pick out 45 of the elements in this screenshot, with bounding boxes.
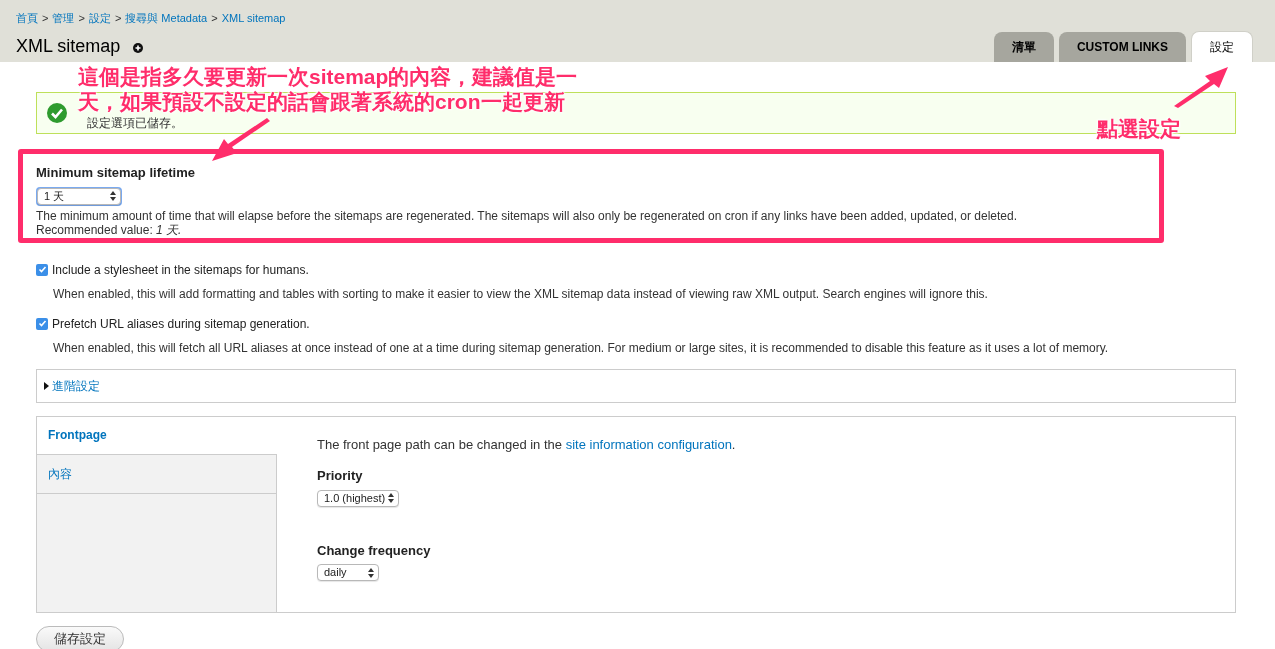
disclosure-triangle-icon bbox=[44, 381, 49, 390]
up-down-arrows-icon bbox=[388, 493, 394, 503]
breadcrumb-link[interactable]: 管理 bbox=[52, 10, 75, 27]
vertical-tab[interactable]: 內容 bbox=[37, 454, 276, 494]
add-shortcut-icon[interactable] bbox=[133, 43, 144, 53]
annotation-text: 天，如果預設不設定的話會跟著系統的cron一起更新 bbox=[78, 89, 566, 114]
breadcrumb-separator: > bbox=[114, 11, 122, 26]
frequency-select[interactable]: daily bbox=[317, 564, 379, 581]
checkbox[interactable] bbox=[36, 317, 48, 330]
advanced-settings[interactable]: 進階設定 bbox=[36, 368, 1236, 403]
arrow bbox=[1172, 64, 1230, 108]
save-button[interactable]: 儲存設定 bbox=[36, 625, 124, 649]
priority-select[interactable]: 1.0 (highest) bbox=[317, 489, 399, 507]
breadcrumb-separator: > bbox=[42, 11, 49, 26]
breadcrumb-separator: > bbox=[211, 11, 218, 26]
status-text: 設定選項已儲存。 bbox=[87, 115, 183, 132]
tab[interactable]: 清單 bbox=[993, 32, 1054, 62]
field-label: Change frequency bbox=[317, 541, 432, 560]
arrow bbox=[210, 118, 272, 162]
checkbox-description: When enabled, this will fetch all URL aliases at once instead of one at a time during sitemap generation. For medium or large sites, it is recommended to disable this feature as it uses a lot of memory. bbox=[53, 339, 1110, 357]
checkbox-label: Include a stylesheet in the sitemaps for humans. bbox=[52, 261, 309, 279]
breadcrumb-link[interactable]: 搜尋與 Metadata bbox=[125, 10, 208, 27]
annotation-text: 這個是指多久要更新一次sitemap的內容，建議值是一 bbox=[78, 64, 578, 89]
pane-text: The front page path can be changed in the site information configuration. bbox=[317, 435, 736, 454]
checkbox-label: Prefetch URL aliases during sitemap generation. bbox=[52, 315, 310, 333]
breadcrumb-link[interactable]: 首頁 bbox=[16, 10, 38, 27]
advanced-settings-label: 進階設定 bbox=[52, 377, 100, 395]
breadcrumb-link[interactable]: XML sitemap bbox=[221, 10, 286, 27]
lifetime-select[interactable]: 1 天 bbox=[37, 187, 121, 205]
field-description: The minimum amount of time that will elapse before the sitemaps are regenerated. The sitemaps will also only be regenerated on cron if any links have been added, updated, or deleted. bbox=[36, 208, 1018, 223]
check-icon bbox=[47, 102, 67, 123]
page-title: XML sitemap bbox=[16, 34, 121, 58]
field-label: Priority bbox=[317, 467, 364, 485]
vertical-tab[interactable]: Frontpage bbox=[37, 416, 277, 455]
checkbox[interactable] bbox=[36, 263, 48, 276]
breadcrumb-link[interactable]: 設定 bbox=[88, 10, 111, 27]
site-information-link[interactable]: site information configuration bbox=[565, 436, 732, 452]
field-label: Minimum sitemap lifetime bbox=[36, 164, 196, 182]
tab[interactable]: CUSTOM LINKS bbox=[1058, 32, 1186, 62]
up-down-arrows-icon bbox=[368, 567, 374, 578]
checkbox-description: When enabled, this will add formatting and tables with sorting to make it easier to view the XML sitemap data instead of viewing raw XML output. Search engines will ignore this. bbox=[53, 285, 989, 303]
breadcrumb-separator: > bbox=[78, 11, 85, 26]
tab[interactable]: 設定 bbox=[1191, 31, 1253, 62]
up-down-arrows-icon bbox=[110, 191, 116, 201]
recommended-value: Recommended value: 1 天. bbox=[36, 222, 183, 237]
